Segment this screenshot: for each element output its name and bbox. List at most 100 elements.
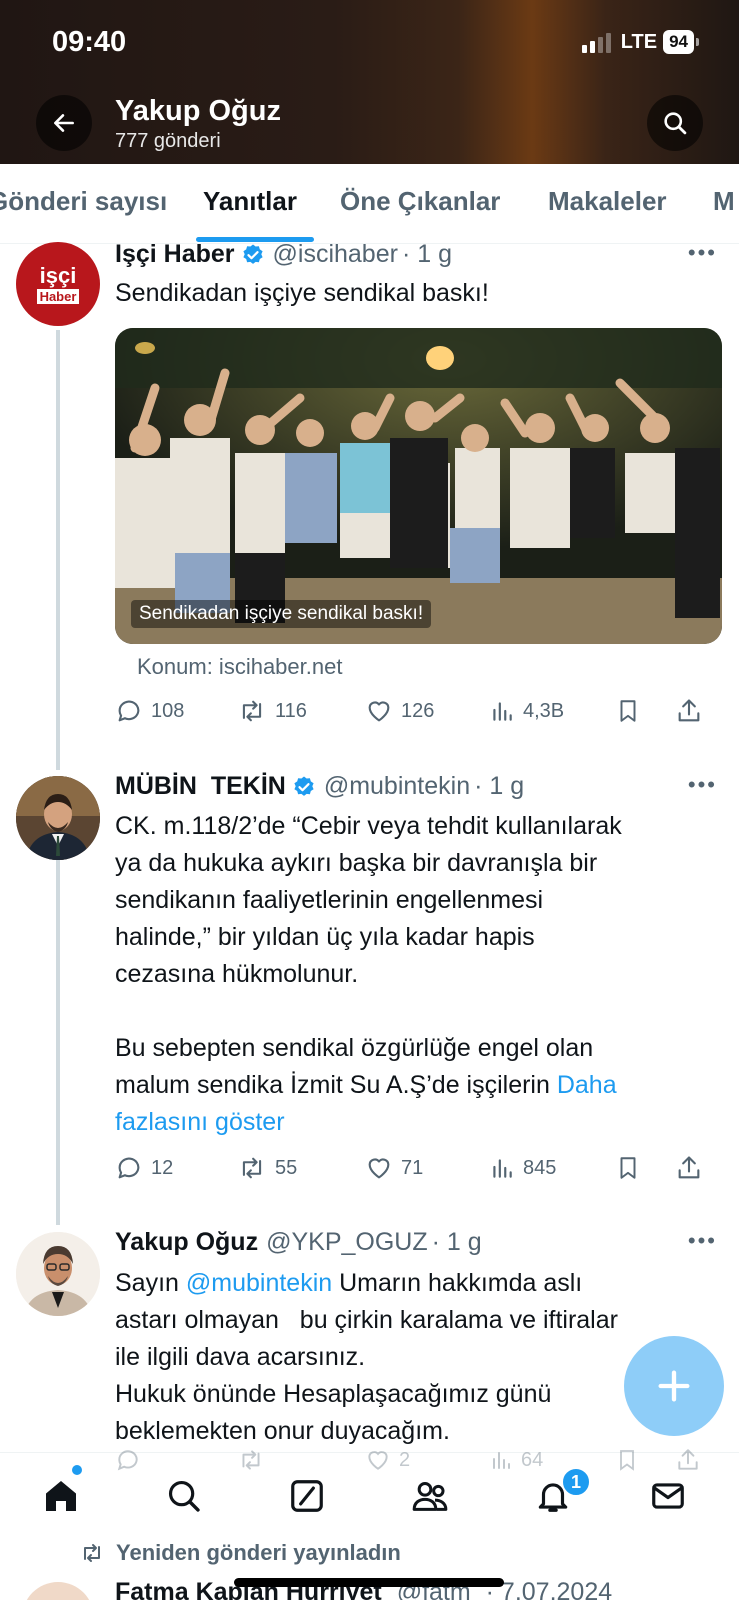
avatar[interactable]	[22, 1582, 94, 1600]
back-button[interactable]	[36, 95, 92, 151]
search-button[interactable]	[647, 95, 703, 151]
more-options-icon[interactable]: •••	[688, 772, 717, 798]
views-icon	[493, 1452, 510, 1469]
author-name[interactable]: MÜBİN TEKİN	[115, 772, 286, 801]
repost-button[interactable]: 116	[237, 697, 307, 725]
tab-media[interactable]: M	[713, 186, 735, 217]
repost-count: 116	[275, 699, 307, 722]
author-handle[interactable]: @mubintekin	[324, 772, 470, 801]
like-button[interactable]: 126	[365, 697, 434, 725]
post-text-line: Sayın	[115, 1269, 179, 1297]
heart-icon	[368, 701, 390, 722]
home-indicator[interactable]	[234, 1578, 504, 1587]
battery-level: 94	[663, 30, 694, 54]
group-photo-image	[115, 328, 722, 644]
post-time: · 1 g	[401, 240, 452, 268]
reply-button[interactable]: 12	[115, 1154, 173, 1182]
repost-icon	[84, 1544, 100, 1562]
reply-count: 12	[151, 1156, 174, 1179]
like-count: 2	[399, 1448, 411, 1471]
repost-icon	[242, 1450, 260, 1470]
communities-icon	[412, 1482, 448, 1511]
plus-icon	[658, 1370, 690, 1402]
nav-home[interactable]	[36, 1471, 86, 1521]
repost-icon	[242, 1157, 262, 1179]
share-button[interactable]	[675, 1154, 703, 1182]
post-text-line: ile ilgili dava acarsınız.	[115, 1343, 366, 1371]
home-icon	[46, 1481, 76, 1511]
tab-articles[interactable]: Makaleler	[548, 186, 667, 217]
thread-line	[56, 330, 60, 770]
nav-grok[interactable]	[282, 1471, 332, 1521]
compose-button[interactable]	[624, 1336, 724, 1436]
repost-button[interactable]	[237, 1447, 265, 1473]
views-button[interactable]: 64	[489, 1447, 543, 1473]
reply-count: 108	[151, 699, 185, 722]
like-count: 71	[401, 1156, 424, 1179]
avatar[interactable]	[16, 1232, 100, 1316]
author-name[interactable]: Yakup Oğuz	[115, 1228, 258, 1257]
like-button[interactable]: 71	[365, 1154, 423, 1182]
post-text-line: Bu sebepten sendikal özgürlüğe engel ola…	[115, 1034, 594, 1062]
show-more-link[interactable]: fazlasını göster	[115, 1104, 715, 1141]
avatar-logo-subtext: Haber	[36, 288, 80, 304]
nav-messages[interactable]	[643, 1471, 693, 1521]
more-options-icon[interactable]: •••	[688, 240, 717, 266]
nav-search[interactable]	[159, 1471, 209, 1521]
views-button[interactable]: 845	[489, 1154, 556, 1182]
post-actions: 108 116 126 4,3B	[115, 697, 715, 731]
show-more-link[interactable]: Daha	[557, 1071, 617, 1099]
location-label[interactable]: Konum: iscihaber.net	[137, 654, 342, 680]
bookmark-icon	[620, 1157, 636, 1179]
repost-button[interactable]: 55	[237, 1154, 297, 1182]
share-button[interactable]	[675, 1447, 701, 1473]
image-caption: Sendikadan işçiye sendikal baskı!	[131, 600, 432, 628]
avatar[interactable]	[16, 776, 100, 860]
post-text-line: malum sendika İzmit Su A.Ş’de işçilerin	[115, 1071, 550, 1099]
post-time: · 1 g	[431, 1228, 482, 1256]
like-count: 126	[401, 699, 435, 722]
reply-button[interactable]: 108	[115, 697, 184, 725]
bookmark-button[interactable]	[615, 697, 641, 725]
author-handle[interactable]: @YKP_OGUZ	[266, 1228, 428, 1257]
messages-icon	[652, 1483, 684, 1509]
tab-posts[interactable]: Gönderi sayısı	[0, 186, 167, 217]
new-posts-dot	[72, 1465, 82, 1475]
avatar-photo	[16, 1232, 100, 1316]
status-time: 09:40	[52, 26, 127, 58]
avatar[interactable]: işçi Haber	[16, 242, 100, 326]
views-count: 64	[521, 1448, 544, 1471]
reply-icon	[118, 1157, 140, 1179]
share-icon	[678, 1449, 698, 1470]
tab-highlights[interactable]: Öne Çıkanlar	[340, 186, 500, 217]
thread-line	[56, 860, 60, 1225]
bookmark-button[interactable]	[615, 1154, 641, 1182]
post-text-line: CK. m.118/2’de “Cebir veya tehdit kullan…	[115, 812, 622, 840]
mention-link[interactable]: @mubintekin	[186, 1269, 332, 1297]
bookmark-button[interactable]	[615, 1447, 639, 1473]
nav-communities[interactable]	[405, 1471, 455, 1521]
share-button[interactable]	[675, 697, 703, 725]
post-time: · 1 g	[474, 772, 525, 800]
views-button[interactable]: 4,3B	[489, 697, 564, 725]
views-icon	[493, 702, 512, 721]
reply-icon	[118, 700, 140, 722]
search-icon	[168, 1480, 200, 1512]
repost-note-text: Yeniden gönderi yayınladın	[116, 1540, 401, 1565]
bookmark-icon	[620, 700, 636, 722]
post-image[interactable]: Sendikadan işçiye sendikal baskı!	[115, 328, 722, 644]
share-icon	[678, 699, 700, 722]
reply-button[interactable]	[115, 1447, 141, 1473]
views-icon	[493, 1159, 512, 1178]
author-name[interactable]: Işçi Haber	[115, 240, 235, 269]
share-icon	[678, 1156, 700, 1179]
verified-badge-icon	[241, 243, 265, 267]
like-button[interactable]: 2	[365, 1447, 410, 1473]
author-handle[interactable]: @iscihaber	[273, 240, 398, 269]
more-options-icon[interactable]: •••	[688, 1228, 717, 1254]
tab-replies[interactable]: Yanıtlar	[203, 186, 297, 217]
verified-badge-icon	[292, 775, 316, 799]
post-text-line: cezasına hükmolunur.	[115, 960, 359, 988]
views-count: 4,3B	[523, 699, 565, 722]
battery-icon: 94	[663, 30, 699, 54]
